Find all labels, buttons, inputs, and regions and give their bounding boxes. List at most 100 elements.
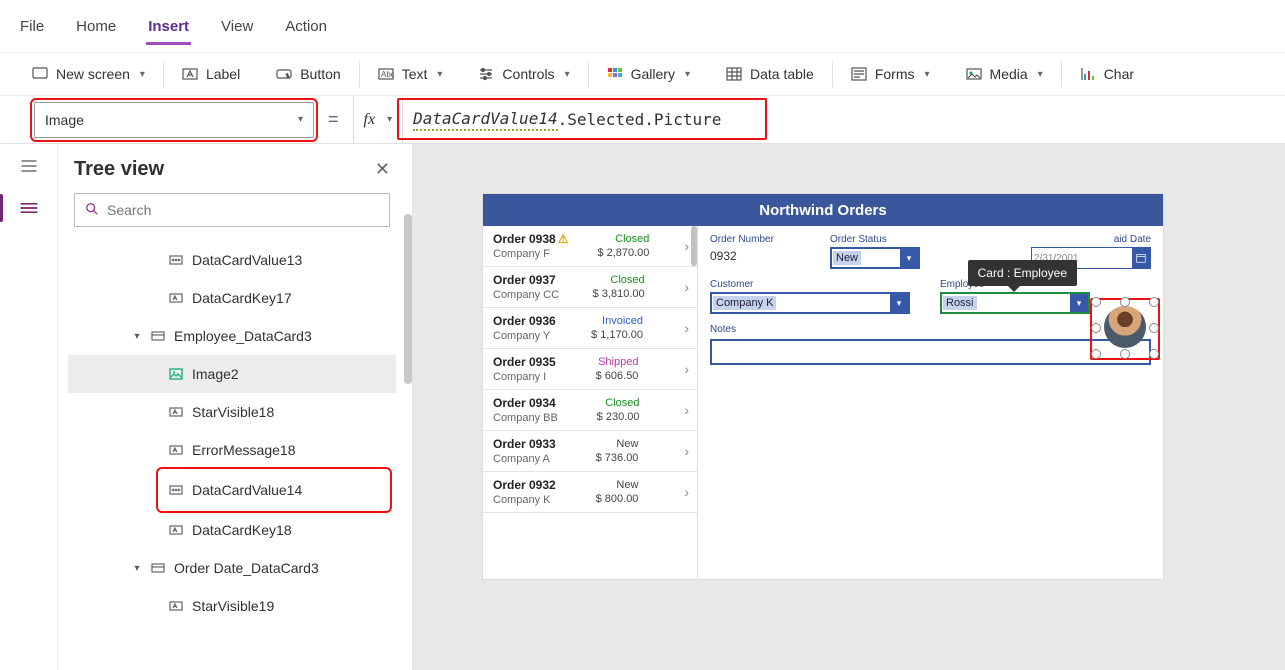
tree-node-datacardvalue14[interactable]: DataCardValue14: [160, 471, 388, 509]
button-button[interactable]: Button: [258, 53, 358, 95]
card-icon: [150, 560, 166, 576]
order-status: Invoiced: [602, 315, 643, 327]
property-value: Image: [45, 112, 84, 128]
resize-handle[interactable]: [1091, 323, 1101, 333]
gallery-button[interactable]: Gallery ▾: [589, 53, 708, 95]
tree-node-starvisible18[interactable]: StarVisible18: [68, 393, 396, 431]
customer-select[interactable]: Company K ▾: [710, 292, 910, 314]
resize-handle[interactable]: [1091, 297, 1101, 307]
order-list-item[interactable]: Order 0937Company CCClosed$ 3,810.00›: [483, 267, 697, 308]
fx-button[interactable]: fx ▾: [353, 96, 404, 143]
controls-icon: [478, 66, 494, 82]
order-list-item[interactable]: Order 0935Company IShipped$ 606.50›: [483, 349, 697, 390]
data-table-button[interactable]: Data table: [708, 53, 832, 95]
order-list-item[interactable]: Order 0933Company ANew$ 736.00›: [483, 431, 697, 472]
tree-node-datacardvalue13[interactable]: DataCardValue13: [68, 241, 396, 279]
order-list-item[interactable]: Order 0932Company KNew$ 800.00›: [483, 472, 697, 513]
order-gallery[interactable]: Order 0938⚠Company FClosed$ 2,870.00›Ord…: [483, 226, 698, 579]
tree-node-starvisible19[interactable]: StarVisible19: [68, 587, 396, 625]
employee-image-control[interactable]: [1094, 300, 1156, 356]
order-company: Company BB: [493, 412, 558, 424]
label-button[interactable]: Label: [164, 53, 258, 95]
button-icon: [276, 66, 292, 82]
tree-search[interactable]: [74, 193, 390, 227]
search-input[interactable]: [107, 202, 379, 218]
resize-handle[interactable]: [1120, 297, 1130, 307]
menu-view[interactable]: View: [219, 8, 255, 45]
resize-handle[interactable]: [1149, 297, 1159, 307]
warning-icon: ⚠: [558, 232, 569, 246]
resize-handle[interactable]: [1149, 349, 1159, 359]
order-company: Company K: [493, 494, 556, 506]
tree-node-errormessage18[interactable]: ErrorMessage18: [68, 431, 396, 469]
gallery-scrollbar[interactable]: [691, 226, 697, 266]
formula-input[interactable]: DataCardValue14.Selected.Picture: [403, 96, 1285, 143]
text-button[interactable]: Abc Text ▾: [360, 53, 461, 95]
card-icon: [150, 328, 166, 344]
tree-node-datacardkey18[interactable]: DataCardKey18: [68, 511, 396, 549]
order-list-item[interactable]: Order 0934Company BBClosed$ 230.00›: [483, 390, 697, 431]
resize-handle[interactable]: [1091, 349, 1101, 359]
canvas[interactable]: Northwind Orders Order 0938⚠Company FClo…: [413, 144, 1285, 670]
chevron-right-icon: ›: [682, 443, 689, 459]
menu-file[interactable]: File: [18, 8, 46, 45]
order-amount: $ 800.00: [596, 493, 639, 505]
order-status: New: [616, 479, 638, 491]
menu-action[interactable]: Action: [283, 8, 329, 45]
chevron-down-icon: ▾: [685, 69, 690, 80]
chevron-right-icon: ›: [682, 361, 689, 377]
chevron-down-icon: ▾: [437, 69, 442, 80]
media-button[interactable]: Media ▾: [948, 53, 1061, 95]
menu-home[interactable]: Home: [74, 8, 118, 45]
menu-insert[interactable]: Insert: [146, 8, 191, 45]
order-company: Company I: [493, 371, 556, 383]
close-icon[interactable]: ✕: [375, 159, 390, 180]
gallery-icon: [607, 66, 623, 82]
order-company: Company A: [493, 453, 556, 465]
new-screen-button[interactable]: New screen ▾: [14, 53, 163, 95]
caret-down-icon: ▾: [132, 331, 142, 342]
svg-text:Abc: Abc: [381, 70, 394, 79]
employee-select[interactable]: Rossi ▾: [940, 292, 1090, 314]
notes-input[interactable]: [710, 339, 1151, 365]
chevron-right-icon: ›: [682, 279, 689, 295]
tree-title: Tree view: [74, 158, 164, 181]
label-icon: [168, 442, 184, 458]
order-amount: $ 1,170.00: [591, 329, 643, 341]
tree-scrollbar[interactable]: [404, 214, 412, 384]
order-amount: $ 2,870.00: [597, 247, 649, 259]
avatar: [1104, 306, 1146, 348]
order-status: New: [616, 438, 638, 450]
resize-handle[interactable]: [1120, 349, 1130, 359]
chevron-down-icon: ▾: [890, 294, 908, 312]
chart-icon: [1080, 66, 1096, 82]
chart-button[interactable]: Char: [1062, 53, 1152, 95]
order-list-item[interactable]: Order 0936Company YInvoiced$ 1,170.00›: [483, 308, 697, 349]
property-selector[interactable]: Image ▾: [34, 102, 314, 138]
card-tooltip: Card : Employee: [968, 260, 1077, 286]
order-company: Company CC: [493, 289, 559, 301]
chevron-down-icon: ▾: [298, 114, 303, 125]
chevron-down-icon: ▾: [565, 69, 570, 80]
customer-label: Customer: [710, 279, 910, 290]
resize-handle[interactable]: [1149, 323, 1159, 333]
order-list-item[interactable]: Order 0938⚠Company FClosed$ 2,870.00›: [483, 226, 697, 267]
calendar-icon: [1132, 248, 1150, 268]
chevron-down-icon: ▾: [900, 249, 918, 267]
order-company: Company Y: [493, 330, 556, 342]
tree-node-datacardkey17[interactable]: DataCardKey17: [68, 279, 396, 317]
order-name: Order 0932: [493, 478, 556, 492]
tree-node-orderdate-datacard[interactable]: ▾ Order Date_DataCard3: [68, 549, 396, 587]
tree-view-icon[interactable]: [17, 196, 41, 220]
controls-button[interactable]: Controls ▾: [460, 53, 587, 95]
hamburger-icon[interactable]: [17, 154, 41, 178]
chevron-right-icon: ›: [682, 402, 689, 418]
forms-button[interactable]: Forms ▾: [833, 53, 948, 95]
menu-bar: File Home Insert View Action: [0, 0, 1285, 52]
order-status-select[interactable]: New ▾: [830, 247, 920, 269]
tree-node-image2[interactable]: Image2: [68, 355, 396, 393]
media-icon: [966, 66, 982, 82]
paid-date-label: aid Date: [1031, 234, 1151, 245]
order-form: Order Number 0932 Order Status New ▾ aid…: [698, 226, 1163, 579]
tree-node-employee-datacard[interactable]: ▾ Employee_DataCard3: [68, 317, 396, 355]
